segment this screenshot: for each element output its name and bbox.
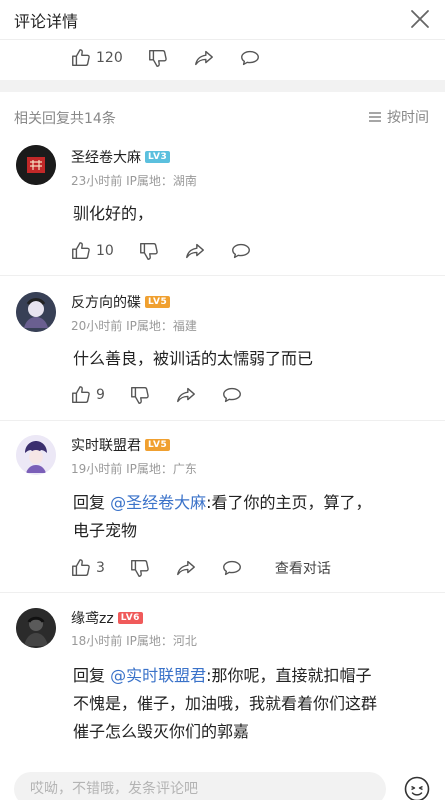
ip-location: IP属地：福建: [126, 319, 197, 333]
share-button[interactable]: [175, 384, 197, 406]
divider: [0, 592, 445, 593]
comment-meta: 19小时前 IP属地：广东: [71, 460, 197, 477]
thumbs-down-icon: [139, 242, 158, 260]
comment-text: 驯化好的，: [73, 204, 154, 223]
dislike-button[interactable]: [129, 557, 151, 579]
avatar[interactable]: [16, 608, 56, 648]
comment-text-part: :那你呢，直接就扣帽子: [206, 666, 372, 685]
like-button[interactable]: 9: [70, 384, 105, 406]
view-dialog-link[interactable]: 查看对话: [275, 558, 331, 578]
level-badge: LV6: [117, 612, 143, 624]
like-button[interactable]: 120: [70, 47, 123, 69]
like-count: 3: [96, 560, 105, 576]
ip-location: IP属地：河北: [126, 634, 197, 648]
reply-button[interactable]: [239, 47, 261, 69]
comment-line: 回复 @实时联盟君:那你呢，直接就扣帽子: [73, 662, 427, 690]
sort-button[interactable]: 按时间: [367, 107, 429, 127]
comment-action-row: 9: [70, 384, 267, 406]
share-button[interactable]: [184, 240, 206, 262]
like-count: 10: [96, 243, 114, 259]
username[interactable]: 实时联盟君: [71, 435, 141, 455]
divider: [0, 420, 445, 421]
avatar[interactable]: [16, 145, 56, 185]
comment-text-part: :看了你的主页，算了，: [206, 493, 372, 512]
comment-icon: [240, 50, 259, 66]
reply-prefix: 回复: [73, 493, 111, 512]
parent-action-row: 120: [70, 47, 285, 69]
level-badge: LV5: [145, 439, 171, 451]
like-button[interactable]: 3: [70, 557, 105, 579]
share-icon: [194, 50, 213, 66]
section-gap: [0, 80, 445, 92]
level-badge: LV3: [145, 151, 171, 163]
divider: [0, 275, 445, 276]
username-row: 实时联盟君 LV5: [71, 435, 171, 455]
comment-meta: 20小时前 IP属地：福建: [71, 317, 197, 334]
comment-input-bar: [0, 768, 445, 800]
username[interactable]: 反方向的碟: [71, 292, 141, 312]
replies-header: 相关回复共14条 按时间: [0, 104, 445, 132]
comment-icon: [222, 560, 241, 576]
comment-input[interactable]: [14, 772, 386, 800]
username-row: 圣经卷大麻 LV3: [71, 147, 171, 167]
share-icon: [185, 243, 204, 259]
comment-line: 电子宠物: [73, 521, 138, 540]
thumbs-up-icon: [72, 386, 90, 404]
like-count: 120: [96, 50, 123, 66]
reply-prefix: 回复: [73, 666, 111, 685]
comment-meta: 18小时前 IP属地：河北: [71, 632, 197, 649]
replies-count-label: 相关回复共14条: [14, 111, 116, 127]
comment-time: 18小时前: [71, 634, 123, 648]
comment-action-row: 3 查看对话: [70, 557, 331, 579]
comment-time: 20小时前: [71, 319, 123, 333]
comment-icon: [231, 243, 250, 259]
comment-line: 催子怎么毁灭你们的郭嘉: [73, 722, 250, 741]
reply-button[interactable]: [221, 384, 243, 406]
dislike-button[interactable]: [138, 240, 160, 262]
thumbs-down-icon: [130, 559, 149, 577]
emoji-icon[interactable]: [403, 775, 431, 800]
reply-button[interactable]: [221, 557, 243, 579]
reply-button[interactable]: [230, 240, 252, 262]
list-icon: [369, 112, 381, 122]
close-icon[interactable]: [407, 6, 433, 32]
level-badge: LV5: [145, 296, 171, 308]
comment-text: 什么善良，被训话的太懦弱了而已: [73, 349, 314, 368]
avatar[interactable]: [16, 292, 56, 332]
thumbs-up-icon: [72, 242, 90, 260]
comment-text: 回复 @实时联盟君:那你呢，直接就扣帽子 不愧是，催子，加油哦，我就看着你们这群…: [73, 662, 427, 746]
thumbs-down-icon: [130, 386, 149, 404]
username-row: 反方向的碟 LV5: [71, 292, 171, 312]
like-count: 9: [96, 387, 105, 403]
ip-location: IP属地：湖南: [126, 174, 197, 188]
sort-label: 按时间: [387, 110, 429, 126]
share-icon: [176, 387, 195, 403]
comment-action-row: 10: [70, 240, 276, 262]
comment-text: 回复 @圣经卷大麻:看了你的主页，算了， 电子宠物: [73, 489, 427, 545]
page-title: 评论详情: [14, 12, 79, 31]
comment-time: 19小时前: [71, 462, 123, 476]
username-row: 缘鸢zz LV6: [71, 608, 143, 628]
mention-link[interactable]: @实时联盟君: [110, 666, 206, 685]
comment-meta: 23小时前 IP属地：湖南: [71, 172, 197, 189]
share-button[interactable]: [175, 557, 197, 579]
comment-line: 不愧是，催子，加油哦，我就看着你们这群: [73, 694, 378, 713]
share-button[interactable]: [193, 47, 215, 69]
dislike-button[interactable]: [147, 47, 169, 69]
thumbs-up-icon: [72, 559, 90, 577]
username[interactable]: 圣经卷大麻: [71, 147, 141, 167]
comment-time: 23小时前: [71, 174, 123, 188]
comment-icon: [222, 387, 241, 403]
share-icon: [176, 560, 195, 576]
mention-link[interactable]: @圣经卷大麻: [110, 493, 206, 512]
like-button[interactable]: 10: [70, 240, 114, 262]
dislike-button[interactable]: [129, 384, 151, 406]
thumbs-up-icon: [72, 49, 90, 67]
ip-location: IP属地：广东: [126, 462, 197, 476]
avatar[interactable]: [16, 435, 56, 475]
comment-line: 回复 @圣经卷大麻:看了你的主页，算了，: [73, 489, 427, 517]
top-bar: 评论详情: [0, 0, 445, 40]
username[interactable]: 缘鸢zz: [71, 608, 114, 628]
thumbs-down-icon: [148, 49, 167, 67]
